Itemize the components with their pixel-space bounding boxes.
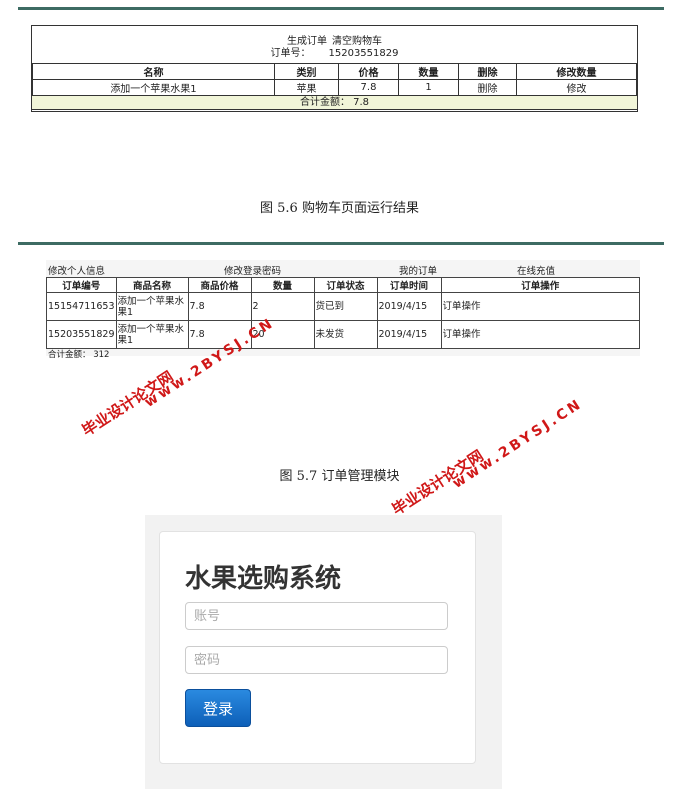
table-row: 15203551829 添加一个苹果水果1 7.8 20 未发货 2019/4/…: [46, 320, 640, 349]
order-action-link[interactable]: 订单操作: [440, 320, 640, 349]
delete-link[interactable]: 删除: [458, 79, 517, 96]
cell-time: 2019/4/15: [376, 320, 442, 349]
section-divider: [18, 242, 664, 245]
login-button[interactable]: 登录: [185, 689, 251, 727]
figure-caption-5-7: 图 5.7 订单管理模块: [279, 469, 400, 484]
col-name: 名称: [32, 63, 275, 80]
nav-my-orders[interactable]: 我的订单: [399, 263, 437, 277]
cell-product-name: 添加一个苹果水果1: [115, 292, 189, 321]
nav-change-password[interactable]: 修改登录密码: [224, 263, 281, 277]
cell-status: 货已到: [313, 292, 378, 321]
account-input[interactable]: [185, 602, 448, 630]
cell-time: 2019/4/15: [376, 292, 442, 321]
col-order-no: 订单编号: [46, 277, 117, 293]
login-card: 水果选购系统 登录: [159, 531, 476, 764]
col-modify-qty: 修改数量: [516, 63, 637, 80]
cell-product-name: 添加一个苹果水果1: [115, 320, 189, 349]
login-title: 水果选购系统: [185, 564, 342, 594]
col-delete: 删除: [458, 63, 517, 80]
order-number: 订单号： 15203551829: [270, 48, 399, 59]
orders-panel: 修改个人信息 修改登录密码 我的订单 在线充值 订单编号 商品名称 商品价格 数…: [46, 260, 640, 360]
col-price: 价格: [338, 63, 399, 80]
cell-order-no: 15203551829: [46, 320, 117, 349]
col-product-name: 商品名称: [115, 277, 189, 293]
order-action-link[interactable]: 订单操作: [440, 292, 640, 321]
cell-order-no: 15154711653: [46, 292, 117, 321]
cart-total: 合计金额： 7.8: [31, 95, 638, 110]
cell-price: 7.8: [338, 79, 399, 96]
col-action: 订单操作: [440, 277, 640, 293]
cart-table: 名称 类别 价格 数量 删除 修改数量 添加一个苹果水果1 苹果 7.8 1 删…: [32, 63, 637, 96]
nav-recharge[interactable]: 在线充值: [517, 263, 555, 277]
col-status: 订单状态: [313, 277, 378, 293]
table-row: 添加一个苹果水果1 苹果 7.8 1 删除 修改: [32, 79, 637, 96]
clear-cart-link[interactable]: 清空购物车: [332, 36, 382, 47]
password-input[interactable]: [185, 646, 448, 674]
cell-name: 添加一个苹果水果1: [32, 79, 275, 96]
cell-category: 苹果: [274, 79, 339, 96]
col-quantity: 数量: [398, 63, 459, 80]
col-category: 类别: [274, 63, 339, 80]
orders-table: 订单编号 商品名称 商品价格 数量 订单状态 订单时间 订单操作 1515471…: [46, 277, 640, 349]
modify-link[interactable]: 修改: [516, 79, 637, 96]
col-time: 订单时间: [376, 277, 442, 293]
col-quantity: 数量: [250, 277, 315, 293]
orders-total: 合计金额： 312: [48, 350, 110, 360]
nav-edit-profile[interactable]: 修改个人信息: [48, 263, 105, 277]
table-row: 15154711653 添加一个苹果水果1 7.8 2 货已到 2019/4/1…: [46, 292, 640, 321]
cart-table-header: 名称 类别 价格 数量 删除 修改数量: [32, 63, 637, 80]
cell-quantity: 2: [250, 292, 315, 321]
cell-status: 未发货: [313, 320, 378, 349]
figure-caption-5-6: 图 5.6 购物车页面运行结果: [260, 201, 419, 216]
generate-order-link[interactable]: 生成订单: [287, 36, 327, 47]
cell-quantity: 1: [398, 79, 459, 96]
watermark-1-line1: 毕业设计论文网: [78, 367, 177, 440]
cart-header: 生成订单 清空购物车 订单号： 15203551829: [32, 36, 637, 60]
col-product-price: 商品价格: [187, 277, 252, 293]
top-divider: [18, 7, 664, 10]
user-nav: 修改个人信息 修改登录密码 我的订单 在线充值: [46, 263, 640, 277]
orders-table-header: 订单编号 商品名称 商品价格 数量 订单状态 订单时间 订单操作: [46, 277, 640, 293]
cell-price: 7.8: [187, 292, 252, 321]
